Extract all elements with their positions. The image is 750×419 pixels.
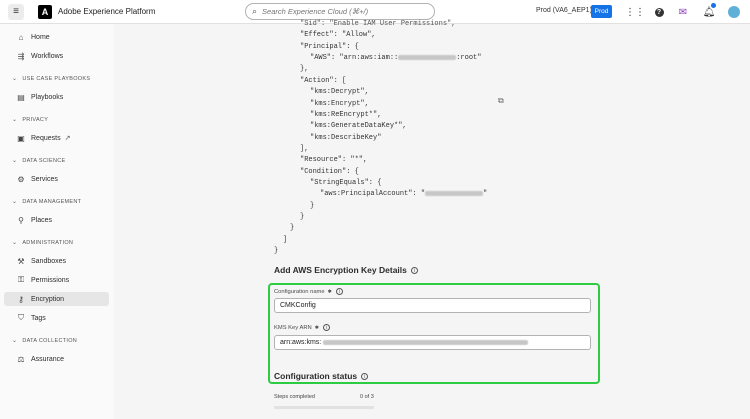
code-line: "kms:ReEncrypt*", bbox=[310, 111, 382, 119]
tags-icon: ⛉ bbox=[18, 313, 24, 322]
info-icon[interactable]: i bbox=[361, 373, 369, 381]
config-name-input[interactable]: CMKConfig bbox=[274, 298, 591, 313]
chevron-down-icon: ⌄ bbox=[12, 199, 18, 205]
code-line: "Principal": { bbox=[300, 43, 359, 51]
avatar[interactable] bbox=[727, 5, 741, 19]
required-asterisk-icon: ✱ bbox=[327, 288, 332, 295]
steps-completed-label: Steps completed bbox=[274, 394, 315, 400]
code-line: "StringEquals": { bbox=[310, 179, 382, 187]
assurance-icon: ⚖ bbox=[17, 354, 25, 364]
sidebar-item-services[interactable]: ⚙ Services bbox=[4, 172, 109, 186]
requests-icon: ▣ bbox=[17, 133, 25, 143]
encryption-icon: ⚷ bbox=[18, 294, 24, 304]
services-icon: ⚙ bbox=[17, 174, 25, 184]
sidebar: ⌂ Home ⇶ Workflows ⌄ USE CASE PLAYBOOKS … bbox=[0, 24, 114, 419]
playbooks-icon: ▤ bbox=[17, 92, 25, 102]
code-line: }, bbox=[300, 65, 309, 73]
steps-completed-count: 0 of 3 bbox=[360, 394, 374, 400]
external-link-icon: ↗ bbox=[64, 135, 71, 142]
sidebar-item-encryption[interactable]: ⚷ Encryption bbox=[4, 292, 109, 306]
redacted-account-id bbox=[425, 190, 484, 196]
code-line: "Resource": "*", bbox=[300, 156, 368, 164]
adobe-logo-icon[interactable]: A bbox=[38, 4, 52, 19]
section-data-management[interactable]: ⌄ DATA MANAGEMENT bbox=[12, 198, 81, 206]
help-icon[interactable]: ? bbox=[652, 5, 666, 19]
encryption-key-details-heading: Add AWS Encryption Key Details i bbox=[274, 265, 418, 275]
section-data-collection[interactable]: ⌄ DATA COLLECTION bbox=[12, 337, 77, 345]
prod-badge[interactable]: Prod bbox=[591, 5, 612, 18]
section-use-case-playbooks[interactable]: ⌄ USE CASE PLAYBOOKS bbox=[12, 75, 90, 83]
sidebar-item-tags[interactable]: ⛉ Tags bbox=[4, 311, 109, 325]
info-icon[interactable]: i bbox=[335, 288, 343, 295]
chevron-down-icon: ⌄ bbox=[12, 158, 18, 164]
sandboxes-icon: ⚒ bbox=[17, 256, 25, 266]
home-icon: ⌂ bbox=[18, 32, 24, 42]
sidebar-item-workflows[interactable]: ⇶ Workflows bbox=[4, 49, 109, 63]
chevron-down-icon: ⌄ bbox=[12, 76, 18, 82]
code-line: "Effect": "Allow", bbox=[300, 31, 376, 39]
apps-grid-icon[interactable]: ⋮⋮ bbox=[625, 5, 645, 19]
kms-key-arn-input[interactable]: arn:aws:kms: bbox=[274, 335, 591, 350]
search-input[interactable] bbox=[262, 7, 423, 16]
code-line-aws: "AWS": "arn:aws:iam:::root" bbox=[310, 54, 482, 62]
redacted-account-id bbox=[398, 54, 457, 60]
info-icon[interactable]: i bbox=[322, 324, 330, 331]
chevron-down-icon: ⌄ bbox=[12, 117, 18, 123]
main-content: "Sid": "Enable IAM User Permissions", "E… bbox=[114, 20, 750, 419]
code-line: ], bbox=[300, 145, 309, 153]
sidebar-item-playbooks[interactable]: ▤ Playbooks bbox=[4, 90, 109, 104]
code-line: } bbox=[274, 247, 279, 255]
redacted-arn-value bbox=[323, 340, 529, 345]
code-line: "kms:DescribeKey" bbox=[310, 134, 382, 142]
feedback-icon[interactable]: ✉ bbox=[676, 5, 690, 19]
sidebar-item-assurance[interactable]: ⚖ Assurance bbox=[4, 352, 109, 366]
code-line: ] bbox=[283, 236, 288, 244]
sandbox-switcher[interactable]: Prod (VA6_AEP1) bbox=[536, 7, 592, 14]
sidebar-item-sandboxes[interactable]: ⚒ Sandboxes bbox=[4, 254, 109, 268]
chevron-down-icon: ⌄ bbox=[12, 338, 18, 344]
config-name-label: Configuration name ✱ i bbox=[274, 288, 343, 295]
section-privacy[interactable]: ⌄ PRIVACY bbox=[12, 116, 48, 124]
sidebar-item-home[interactable]: ⌂ Home bbox=[4, 30, 109, 44]
search-icon: ⌕ bbox=[252, 6, 258, 16]
required-asterisk-icon: ✱ bbox=[314, 324, 319, 331]
code-line: "kms:Decrypt", bbox=[310, 88, 369, 96]
kms-key-arn-label: KMS Key ARN ✱ i bbox=[274, 324, 330, 331]
code-line: } bbox=[290, 224, 295, 232]
code-line: "Sid": "Enable IAM User Permissions", bbox=[300, 20, 456, 28]
code-line: "Action": [ bbox=[300, 77, 347, 85]
code-line: "kms:GenerateDataKey*", bbox=[310, 122, 407, 130]
workflows-icon: ⇶ bbox=[17, 51, 25, 61]
code-line: "Condition": { bbox=[300, 168, 359, 176]
info-icon[interactable]: i bbox=[410, 267, 418, 275]
sidebar-item-permissions[interactable]: ⚿ Permissions bbox=[4, 273, 109, 287]
menu-icon[interactable]: ≡ bbox=[8, 3, 24, 20]
app-title[interactable]: Adobe Experience Platform bbox=[58, 7, 155, 16]
sidebar-item-requests[interactable]: ▣ Requests ↗ bbox=[4, 131, 109, 145]
places-icon: ⚲ bbox=[18, 215, 24, 225]
configuration-status-heading: Configuration status i bbox=[274, 371, 369, 381]
code-line-principal-account: "aws:PrincipalAccount": " " bbox=[320, 190, 488, 198]
permissions-icon: ⚿ bbox=[17, 275, 25, 284]
code-line: } bbox=[300, 213, 305, 221]
section-data-science[interactable]: ⌄ DATA SCIENCE bbox=[12, 157, 65, 165]
code-line: } bbox=[310, 202, 315, 210]
notifications-icon[interactable]: 🔔︎ bbox=[702, 3, 716, 19]
search-box[interactable]: ⌕ bbox=[245, 3, 435, 20]
sidebar-item-places[interactable]: ⚲ Places bbox=[4, 213, 109, 227]
steps-progress-bar bbox=[274, 406, 374, 409]
notification-badge bbox=[711, 3, 716, 8]
section-administration[interactable]: ⌄ ADMINISTRATION bbox=[12, 239, 73, 247]
copy-icon[interactable]: ⧉ bbox=[498, 96, 504, 106]
chevron-down-icon: ⌄ bbox=[12, 240, 18, 246]
code-line: "kms:Encrypt", bbox=[310, 100, 369, 108]
